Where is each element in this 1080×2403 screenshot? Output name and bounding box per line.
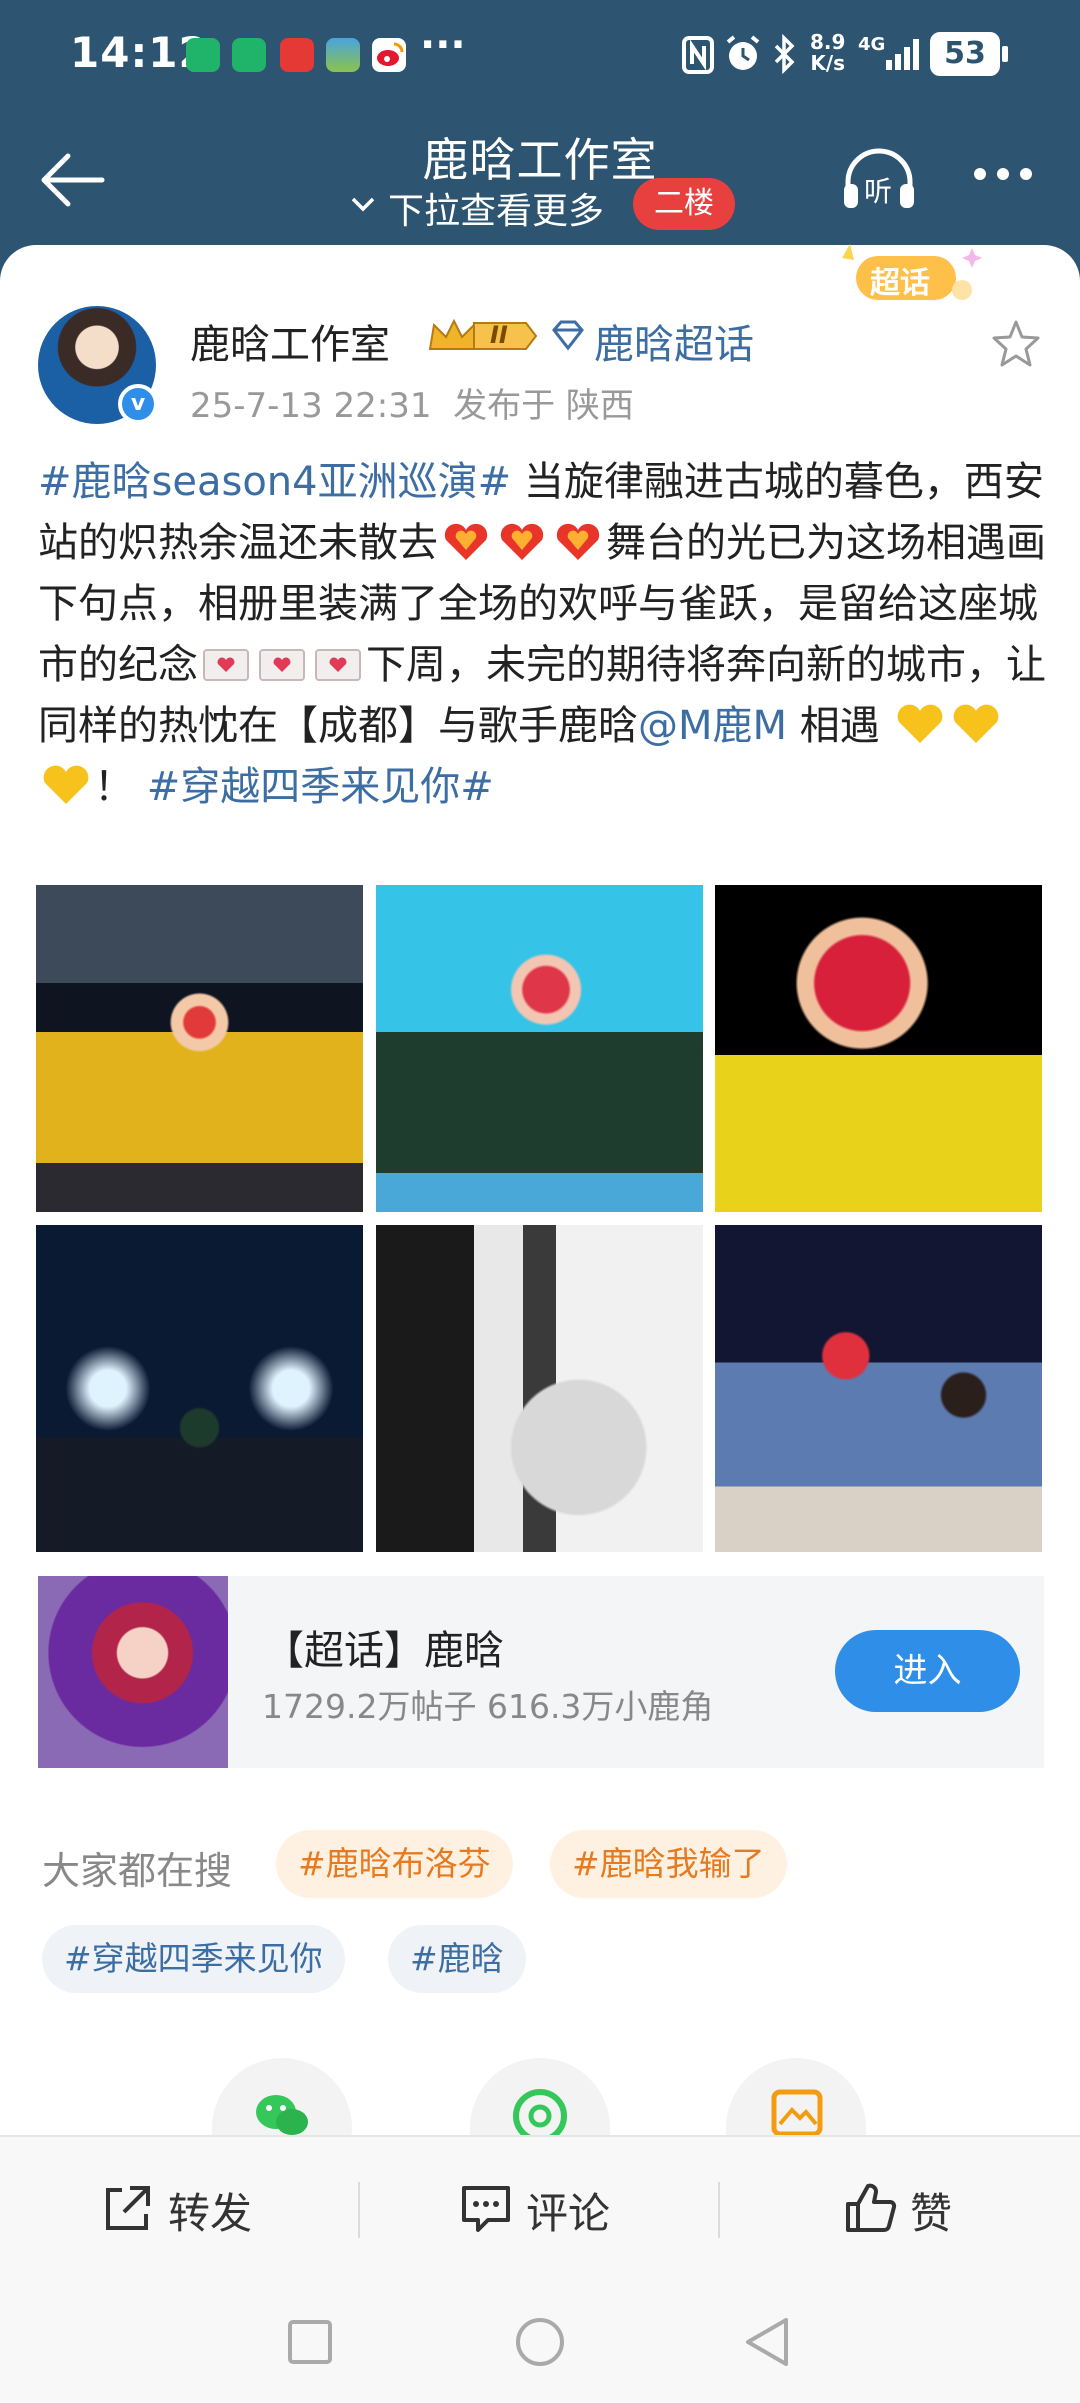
super-topic-diamond-icon xyxy=(552,320,584,351)
post-image[interactable] xyxy=(715,1225,1042,1552)
like-thumb-icon xyxy=(846,2183,897,2232)
enter-super-topic-button[interactable]: 进入 xyxy=(835,1630,1020,1712)
status-more: ··· xyxy=(420,22,466,68)
fire-heart-emoji-icon xyxy=(556,523,600,560)
share-wechat-button[interactable] xyxy=(212,2058,352,2138)
post-image[interactable] xyxy=(715,885,1042,1212)
huawei-app-icon xyxy=(280,38,314,72)
post-text-segment: ！ xyxy=(94,764,147,810)
fire-heart-emoji-icon xyxy=(500,523,544,560)
hot-search-chip[interactable]: #鹿晗 xyxy=(388,1925,526,1993)
signal-icon xyxy=(886,39,919,70)
recent-apps-icon[interactable] xyxy=(286,2318,334,2366)
hot-search-chip[interactable]: #鹿晗我输了 xyxy=(550,1830,787,1898)
moments-icon xyxy=(513,2089,567,2138)
super-topic-thumbnail xyxy=(38,1576,228,1768)
image-icon xyxy=(771,2089,823,2137)
hot-search-chip[interactable]: #鹿晗布洛芬 xyxy=(276,1830,513,1898)
hashtag-link[interactable]: #鹿晗season4亚洲巡演# xyxy=(38,459,511,505)
comment-icon xyxy=(462,2186,510,2232)
top-navigation: 鹿晗工作室 下拉查看更多 二楼 听 xyxy=(0,110,1080,245)
member-level-badge: II xyxy=(428,315,540,357)
status-bar: 14:12 ··· 8.9 K/s 4G 53 xyxy=(0,0,1080,110)
wechat-icon xyxy=(256,2095,308,2135)
post-image[interactable] xyxy=(36,1225,363,1552)
fire-heart-emoji-icon xyxy=(444,523,488,560)
game-app-icon xyxy=(326,38,360,72)
super-topic-link[interactable]: 鹿晗超话 xyxy=(594,312,754,370)
battery-tip xyxy=(1002,46,1008,62)
net-speed-value: 8.9 xyxy=(810,30,846,54)
post-location: 发布于 陕西 xyxy=(453,386,634,426)
alarm-icon xyxy=(726,35,760,70)
pull-down-hint[interactable]: 下拉查看更多 xyxy=(388,182,604,234)
post-image[interactable] xyxy=(376,1225,703,1552)
member-level-text: II xyxy=(490,321,508,349)
repost-button[interactable]: 转发 xyxy=(168,2180,252,2241)
love-letter-emoji-icon xyxy=(203,649,249,681)
weibo-app-icon xyxy=(372,38,406,72)
love-letter-emoji-icon xyxy=(259,649,305,681)
super-topic-stats: 1729.2万帖子 616.3万小鹿角 xyxy=(262,1687,714,1726)
yellow-heart-emoji-icon xyxy=(954,704,999,743)
more-options-icon[interactable] xyxy=(972,166,1034,182)
battery-indicator: 53 xyxy=(930,32,1000,76)
share-moments-button[interactable] xyxy=(470,2058,610,2138)
mention-link[interactable]: @M鹿M xyxy=(638,703,787,749)
like-button[interactable]: 赞 xyxy=(910,2180,952,2241)
chevron-down-icon xyxy=(351,197,375,212)
post-text: #鹿晗season4亚洲巡演# 当旋律融进古城的暮色，西安站的炽热余温还未散去舞… xyxy=(38,452,1048,818)
love-letter-emoji-icon xyxy=(315,649,361,681)
hashtag-link[interactable]: #穿越四季来见你# xyxy=(147,764,494,810)
system-navigation-bar xyxy=(0,2280,1080,2403)
crown-icon xyxy=(428,318,538,350)
second-floor-badge[interactable]: 二楼 xyxy=(633,178,735,230)
super-topic-sticker-label: 超话 xyxy=(870,266,930,301)
super-topic-sticker: 超话 xyxy=(828,240,988,312)
home-icon[interactable] xyxy=(514,2316,566,2368)
post-image[interactable] xyxy=(36,885,363,1212)
hot-search-chip[interactable]: #穿越四季来见你 xyxy=(42,1925,345,1993)
post-meta: 25-7-13 22:31 发布于 陕西 xyxy=(190,378,634,427)
running-app-icon xyxy=(186,38,220,72)
post-text-segment: 相遇 xyxy=(787,703,893,749)
repost-icon xyxy=(106,2186,150,2230)
yellow-heart-emoji-icon xyxy=(43,765,89,804)
super-topic-title: 【超话】鹿晗 xyxy=(264,1628,504,1674)
verified-badge: v xyxy=(118,384,158,424)
yellow-heart-emoji-icon xyxy=(898,704,943,743)
share-image-button[interactable] xyxy=(726,2058,866,2138)
hot-search-label: 大家都在搜 xyxy=(42,1849,233,1893)
action-divider xyxy=(358,2182,360,2238)
nfc-icon xyxy=(682,36,714,74)
system-back-icon[interactable] xyxy=(742,2316,792,2368)
running-app-icon xyxy=(232,38,266,72)
favorite-star-icon[interactable] xyxy=(990,318,1042,368)
post-time: 25-7-13 22:31 xyxy=(190,386,432,426)
bluetooth-icon xyxy=(774,34,795,74)
action-divider xyxy=(718,2182,720,2238)
post-image[interactable] xyxy=(376,885,703,1212)
author-name[interactable]: 鹿晗工作室 xyxy=(190,312,390,370)
listen-label: 听 xyxy=(864,175,893,208)
page-title: 鹿晗工作室 xyxy=(422,133,658,187)
net-speed-unit: K/s xyxy=(810,51,846,75)
listen-button[interactable]: 听 xyxy=(840,148,918,214)
comment-button[interactable]: 评论 xyxy=(526,2180,610,2241)
